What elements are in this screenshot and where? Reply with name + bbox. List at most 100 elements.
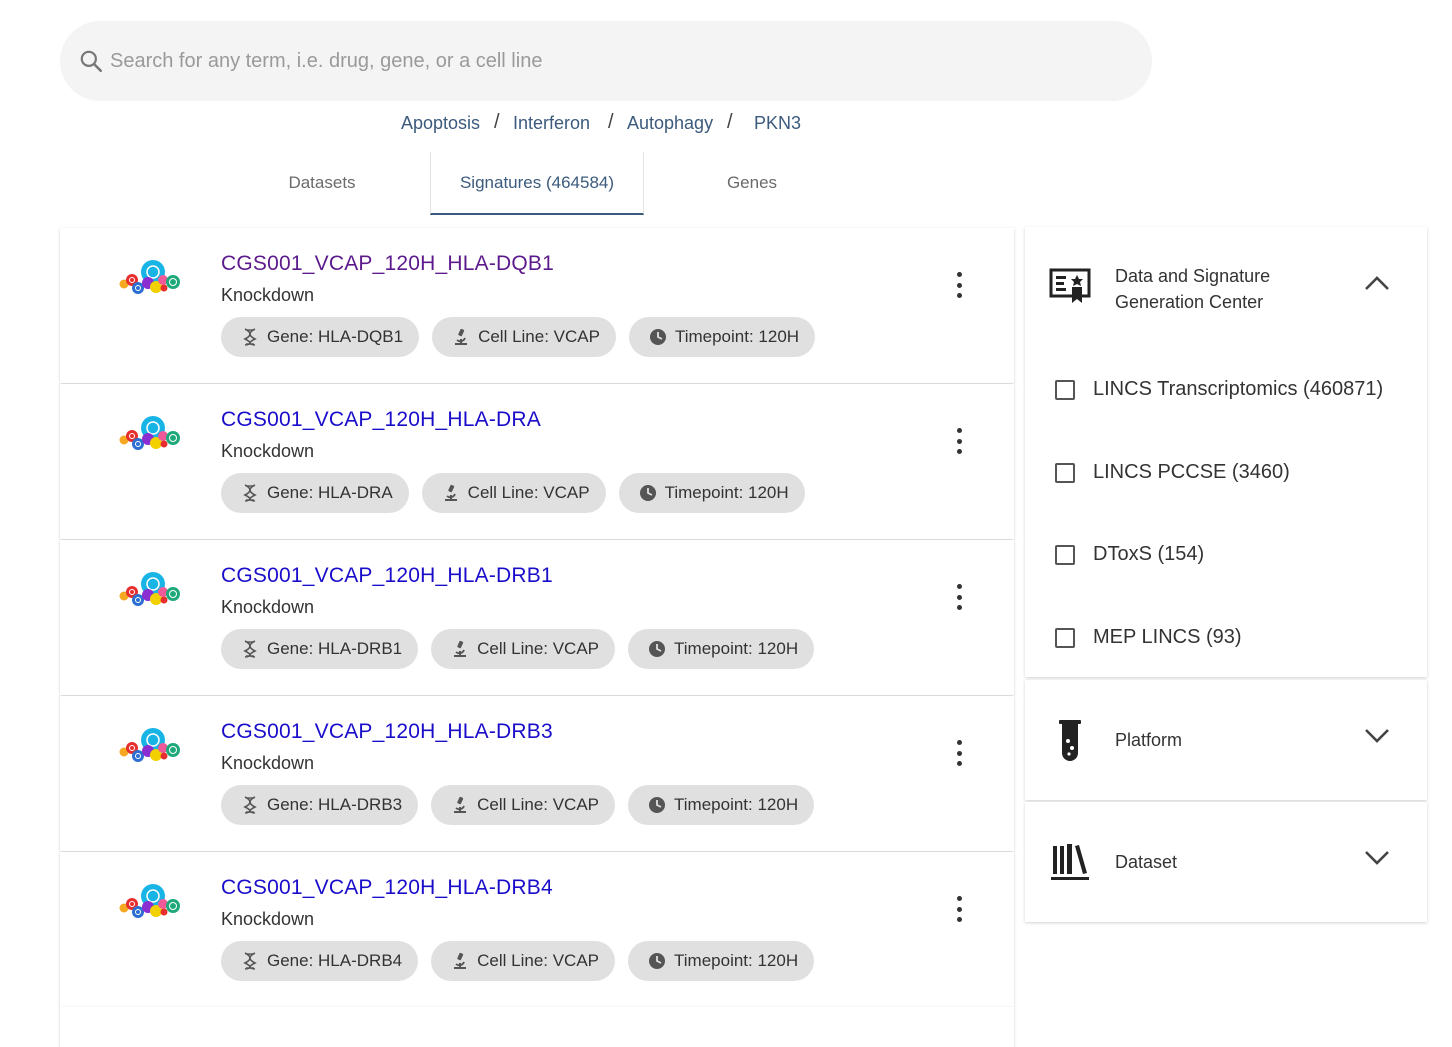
clock-icon [649,953,666,969]
timepoint-chip[interactable]: Timepoint: 120H [628,785,815,825]
gene-chip[interactable]: Gene: HLA-DRB4 [221,941,419,981]
more-vert-icon[interactable] [948,896,970,922]
signature-card-partial [60,1007,1014,1047]
filter-option-lincs-pccse[interactable]: LINCS PCCSE (3460) [1055,461,1290,484]
signature-title-link[interactable]: CGS001_VCAP_120H_HLA-DQB1 [221,252,554,276]
filter-title-line2: Generation Center [1115,292,1264,312]
timepoint-chip[interactable]: Timepoint: 120H [628,317,816,357]
signature-card: CGS001_VCAP_120H_HLA-DRA Knockdown Gene: H… [60,384,1014,539]
gene-chip[interactable]: Gene: HLA-DRB1 [221,629,419,669]
chevron-down-icon[interactable] [1363,725,1391,745]
filter-title-dataset: Dataset [1115,852,1178,872]
chip-label: Gene: HLA-DRB3 [267,795,403,814]
filter-title-platform: Platform [1115,730,1183,750]
cell-line-chip[interactable]: Cell Line: VCAP [432,317,616,357]
microscope-icon [444,484,457,501]
search-icon [80,50,103,73]
checkbox[interactable] [1055,544,1075,565]
test-tube-icon [1059,720,1081,761]
signature-type: Knockdown [221,753,315,773]
signature-title-link[interactable]: CGS001_VCAP_120H_HLA-DRB4 [221,876,553,900]
lincs-logo [119,728,180,762]
signature-title-link[interactable]: CGS001_VCAP_120H_HLA-DRB1 [221,564,553,588]
gene-chip[interactable]: Gene: HLA-DRA [221,473,409,513]
signature-type: Knockdown [221,909,315,929]
filter-option-label: LINCS PCCSE (3460) [1093,461,1290,483]
breadcrumb-separator: / [608,111,614,133]
checkbox[interactable] [1055,462,1075,483]
breadcrumb-pkn3[interactable]: PKN3 [754,113,801,134]
filter-panel-platform: Platform [1025,680,1427,800]
cell-line-chip[interactable]: Cell Line: VCAP [431,785,616,825]
breadcrumb-separator: / [727,111,733,133]
chip-label: Timepoint: 120H [664,483,789,502]
lincs-logo [119,260,180,294]
search-input[interactable] [108,48,1152,74]
clock-icon [649,641,666,657]
lincs-logo [119,416,180,450]
breadcrumb-autophagy[interactable]: Autophagy [627,113,713,134]
signature-card: CGS001_VCAP_120H_HLA-DRB3 Knockdown Gene: … [60,696,1014,851]
library-icon [1051,844,1089,880]
timepoint-chip[interactable]: Timepoint: 120H [618,473,805,513]
chip-label: Cell Line: VCAP [467,483,590,502]
search-bar[interactable] [60,21,1152,101]
gene-chip[interactable]: Gene: HLA-DQB1 [221,317,420,357]
dna-icon [243,952,257,970]
chevron-up-icon[interactable] [1363,273,1391,293]
clock-icon [649,797,666,813]
tab-datasets[interactable]: Datasets [216,152,428,214]
filter-panel-center: Data and Signature Generation Center LIN… [1025,227,1427,677]
cell-line-chip[interactable]: Cell Line: VCAP [431,941,616,981]
filter-header-center[interactable]: Data and Signature Generation Center [1025,227,1427,347]
filter-title-line1: Data and Signature [1115,266,1271,286]
tab-bar: Datasets Signatures (464584) Genes [0,152,1452,216]
tab-signatures[interactable]: Signatures (464584) [430,152,644,215]
more-vert-icon[interactable] [948,740,970,766]
filter-header-platform[interactable]: Platform [1025,680,1427,800]
breadcrumb-apoptosis[interactable]: Apoptosis [401,113,480,134]
breadcrumb-separator: / [494,111,500,133]
chip-label: Cell Line: VCAP [478,327,600,346]
signature-title-link[interactable]: CGS001_VCAP_120H_HLA-DRB3 [221,720,553,744]
chip-label: Gene: HLA-DQB1 [267,327,404,346]
filter-header-dataset[interactable]: Dataset [1025,802,1427,922]
breadcrumb-interferon[interactable]: Interferon [513,113,590,134]
signature-card: CGS001_VCAP_120H_HLA-DRB1 Knockdown Gene: … [60,540,1014,695]
filter-option-dtoxs[interactable]: DToxS (154) [1055,543,1204,566]
cell-line-chip[interactable]: Cell Line: VCAP [431,629,616,669]
chip-label: Cell Line: VCAP [477,951,600,970]
gene-chip[interactable]: Gene: HLA-DRB3 [221,785,419,825]
more-vert-icon[interactable] [948,584,970,610]
dna-icon [243,796,257,814]
dna-icon [243,640,257,658]
filter-option-mep-lincs[interactable]: MEP LINCS (93) [1055,626,1242,649]
dna-icon [243,484,257,502]
signature-type: Knockdown [221,441,315,461]
filter-option-lincs-transcriptomics[interactable]: LINCS Transcriptomics (460871) [1055,378,1383,401]
chip-label: Timepoint: 120H [674,639,799,658]
chip-label: Timepoint: 120H [674,327,800,346]
more-vert-icon[interactable] [948,428,970,454]
checkbox[interactable] [1055,379,1075,400]
filter-panel-dataset: Dataset [1025,802,1427,922]
timepoint-chip[interactable]: Timepoint: 120H [628,629,815,669]
signature-title-link[interactable]: CGS001_VCAP_120H_HLA-DRA [221,408,541,432]
microscope-icon [454,952,467,969]
timepoint-chip[interactable]: Timepoint: 120H [628,941,815,981]
signature-card: CGS001_VCAP_120H_HLA-DRB4 Knockdown Gene: … [60,852,1014,1007]
tab-genes[interactable]: Genes [646,152,858,214]
lincs-logo [119,884,180,918]
clock-icon [639,485,656,501]
filter-option-label: DToxS (154) [1093,543,1205,565]
chip-label: Gene: HLA-DRA [267,483,393,502]
chip-label: Timepoint: 120H [674,951,799,970]
chevron-down-icon[interactable] [1363,847,1391,867]
checkbox[interactable] [1055,627,1075,648]
cell-line-chip[interactable]: Cell Line: VCAP [421,473,606,513]
clock-icon [649,329,666,345]
microscope-icon [455,328,468,345]
dna-icon [243,328,257,346]
more-vert-icon[interactable] [948,272,970,298]
signature-card: CGS001_VCAP_120H_HLA-DQB1 Knockdown Gene: … [60,228,1014,383]
